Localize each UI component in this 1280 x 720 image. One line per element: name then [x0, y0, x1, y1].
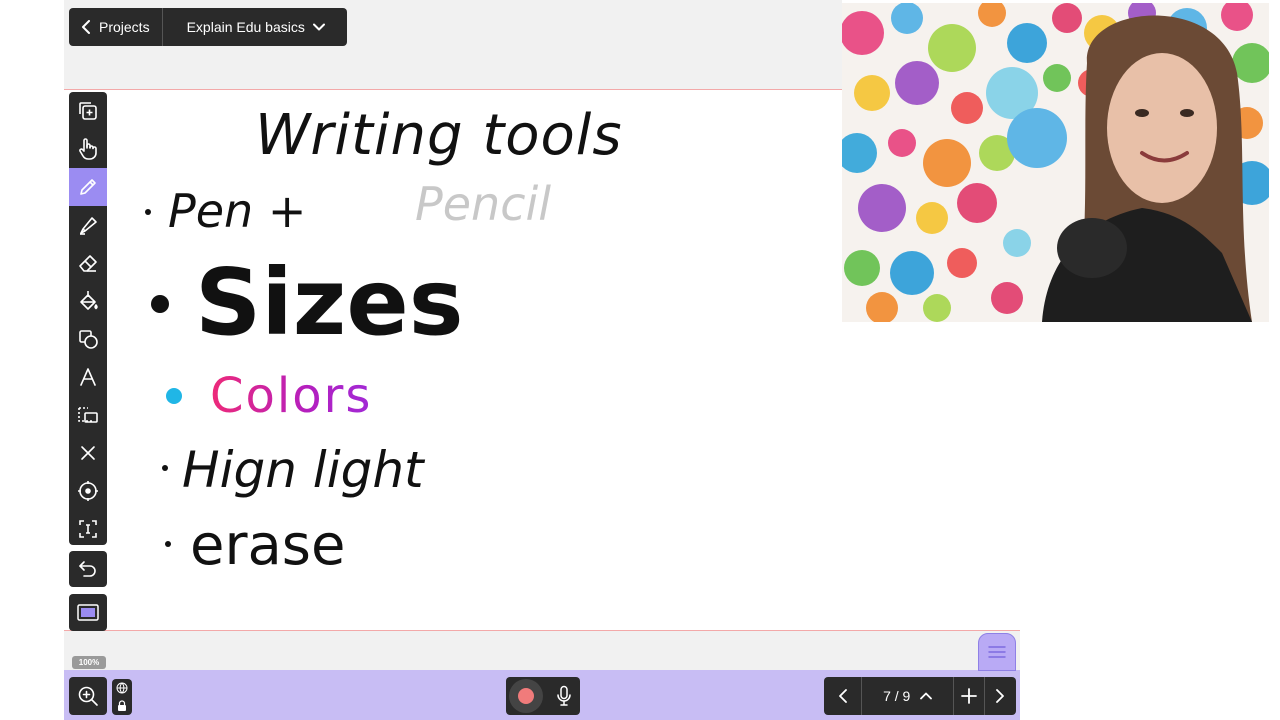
duplicate-select-icon	[79, 102, 97, 120]
bullet	[145, 209, 151, 215]
globe-icon[interactable]	[116, 682, 128, 694]
pen-icon	[80, 179, 96, 195]
webcam-video[interactable]	[842, 3, 1269, 322]
project-title: Explain Edu basics	[186, 19, 305, 35]
text-icon	[80, 368, 96, 386]
fill-tool[interactable]	[69, 282, 107, 320]
chevron-left-icon	[82, 20, 90, 34]
recording-controls	[506, 677, 580, 715]
project-title-dropdown[interactable]: Explain Edu basics	[163, 19, 325, 35]
bullet	[151, 295, 169, 313]
chevron-left-icon	[838, 689, 847, 703]
project-bar: Projects Explain Edu basics	[69, 8, 347, 46]
page-navigator: 7 / 9	[824, 677, 1016, 715]
board-item-colors: Colors	[210, 368, 372, 424]
chevron-down-icon	[312, 23, 325, 31]
insert-tool[interactable]	[69, 510, 107, 548]
microphone-icon	[557, 685, 571, 706]
board-item-pencil: Pencil	[415, 177, 551, 231]
highlighter-icon	[80, 217, 97, 235]
bullet	[165, 541, 171, 547]
crosshair-icon	[78, 481, 98, 501]
canvas-bottom-margin	[64, 631, 1020, 670]
screen-share-button[interactable]	[69, 594, 107, 631]
back-to-projects-button[interactable]: Projects	[69, 8, 163, 46]
board-item-highlight: Hign light	[182, 441, 426, 499]
add-page-button[interactable]	[954, 677, 985, 715]
record-button[interactable]	[509, 679, 543, 713]
pen-tool[interactable]	[69, 168, 107, 206]
highlighter-tool[interactable]	[69, 206, 107, 244]
shapes-icon	[79, 330, 98, 349]
lock-icon[interactable]	[117, 700, 127, 712]
zoom-button[interactable]	[69, 677, 107, 715]
page-overview-button[interactable]: 7 / 9	[862, 677, 954, 715]
board-item-pen: Pen +	[168, 184, 306, 238]
back-label: Projects	[99, 19, 150, 35]
close-icon	[81, 446, 95, 460]
share-lock-controls	[112, 679, 132, 715]
previous-page-button[interactable]	[824, 677, 863, 715]
plus-icon	[960, 688, 977, 704]
zoom-in-icon	[78, 686, 98, 706]
canvas-top-border	[64, 89, 842, 90]
canvas-bottom-border	[64, 630, 1020, 631]
undo-button[interactable]	[69, 551, 107, 587]
board-title: Writing tools	[255, 103, 623, 168]
webcam-frame-image	[842, 3, 1269, 322]
insert-icon	[79, 520, 97, 538]
record-icon	[518, 688, 534, 704]
bullet	[162, 465, 168, 471]
hand-icon	[79, 138, 97, 160]
notes-icon	[988, 646, 1006, 658]
whiteboard-canvas[interactable]: Writing tools Pen + Pencil Sizes Colors …	[110, 92, 842, 627]
page-indicator: 7 / 9	[883, 688, 911, 704]
app-window: Projects Explain Edu basics Writing tool…	[0, 0, 1280, 720]
lasso-tool[interactable]	[69, 396, 107, 434]
text-tool[interactable]	[69, 358, 107, 396]
chevron-right-icon	[996, 689, 1005, 703]
board-item-erase: erase	[190, 513, 345, 578]
eraser-tool[interactable]	[69, 244, 107, 282]
screen-icon	[77, 603, 99, 621]
board-item-sizes: Sizes	[195, 249, 464, 356]
zoom-level-badge: 100%	[72, 656, 106, 669]
fill-bucket-icon	[80, 291, 98, 310]
undo-icon	[79, 561, 96, 577]
chevron-up-icon	[920, 692, 933, 700]
delete-tool[interactable]	[69, 434, 107, 472]
lasso-icon	[78, 407, 98, 423]
next-page-button[interactable]	[985, 677, 1017, 715]
hand-tool[interactable]	[69, 130, 107, 168]
tool-palette	[69, 92, 107, 545]
eraser-icon	[79, 255, 97, 272]
notes-tab-button[interactable]	[978, 633, 1016, 671]
shapes-tool[interactable]	[69, 320, 107, 358]
bullet	[166, 388, 182, 404]
select-tool[interactable]	[69, 92, 107, 130]
microphone-button[interactable]	[550, 681, 578, 711]
laser-tool[interactable]	[69, 472, 107, 510]
